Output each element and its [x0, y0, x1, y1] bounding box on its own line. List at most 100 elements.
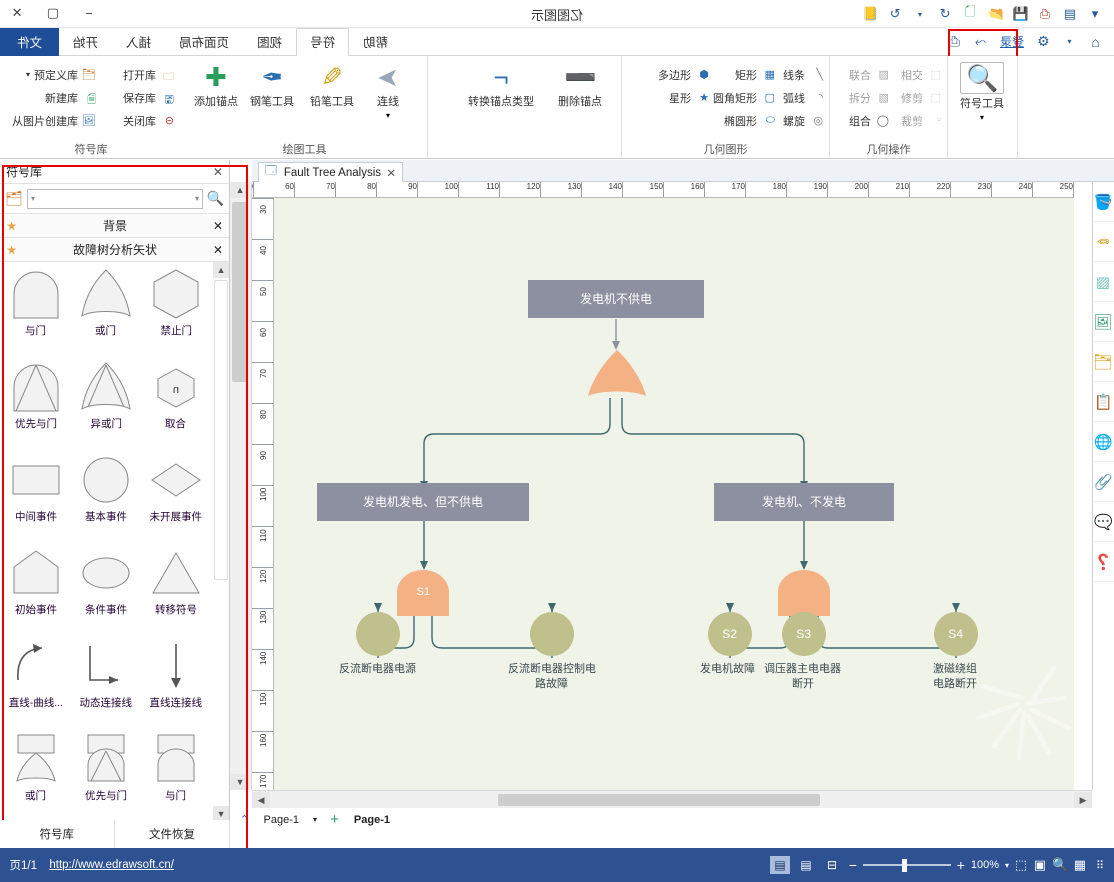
resize-grip-icon[interactable]: ⠿: [1092, 859, 1104, 872]
shape-item[interactable]: 动态连接线: [71, 634, 141, 727]
home-icon[interactable]: ⌂: [1085, 31, 1106, 52]
scroll-up-arrow[interactable]: ▲: [231, 182, 249, 198]
split-view-button[interactable]: ▤: [796, 856, 816, 874]
shape-item[interactable]: 转移符号: [141, 541, 211, 634]
canvas-vertical-scrollbar[interactable]: ▲ ▼: [230, 182, 252, 790]
layers-icon[interactable]: 🗂: [1092, 342, 1114, 382]
shape-item[interactable]: 或门: [1, 727, 71, 820]
close-icon[interactable]: ✕: [387, 166, 397, 180]
document-tab[interactable]: ✕ Fault Tree Analysis 🗔: [258, 162, 404, 182]
tab-insert[interactable]: 插入: [112, 28, 165, 56]
gear-icon[interactable]: ⚙: [1033, 31, 1054, 52]
scroll-right-arrow[interactable]: ▶: [252, 792, 270, 808]
zoom-in-button[interactable]: +: [957, 857, 965, 873]
comment-icon[interactable]: 💬: [1092, 502, 1114, 542]
new-library-button[interactable]: 🗎 新建库: [12, 87, 96, 108]
tab-symbol[interactable]: 符号: [296, 28, 350, 56]
chevron-down-icon[interactable]: ▾: [26, 70, 30, 79]
node-right-box[interactable]: 发电机发电、但不供电: [317, 483, 529, 521]
spiral-button[interactable]: ◎ 螺旋: [783, 110, 823, 131]
shape-item[interactable]: 中间事件: [1, 448, 71, 541]
page-nav-up-icon[interactable]: ⌃: [236, 812, 253, 827]
zoom-dropdown-icon[interactable]: ▾: [1005, 861, 1009, 870]
full-view-button[interactable]: ▤: [770, 856, 791, 874]
login-link[interactable]: 登录: [1000, 33, 1024, 50]
intersect-button[interactable]: ⬚ 相交: [901, 64, 941, 85]
save-library-button[interactable]: 🖫 保存库: [123, 87, 174, 108]
shape-scroll-thumb[interactable]: [214, 280, 228, 580]
status-url[interactable]: http://www.edrawsoft.cn/: [50, 859, 175, 871]
shape-item[interactable]: 与门: [1, 262, 71, 355]
shape-item[interactable]: 优先与门: [71, 727, 141, 820]
shape-item[interactable]: 直线连接线: [141, 634, 211, 727]
image-icon[interactable]: 🖼: [1092, 302, 1114, 342]
section-fault-tree[interactable]: ✕ 故障树分析矢状 ★: [0, 238, 229, 262]
zoom-icon[interactable]: 🔍: [1052, 857, 1068, 873]
delete-anchor-button[interactable]: ➖ 删除锚点: [547, 62, 613, 109]
shape-item[interactable]: 或门: [71, 262, 141, 355]
canvas-horizontal-scrollbar[interactable]: ◀ ▶: [252, 790, 1092, 808]
convert-anchor-button[interactable]: ⌐ 转换锚点类型: [453, 62, 549, 109]
pencil-tool-button[interactable]: ✎ 铅笔工具: [299, 62, 365, 109]
tab-start[interactable]: 开始: [59, 28, 112, 56]
bottom-tab-file-recovery[interactable]: 文件恢复: [115, 820, 230, 848]
zoom-out-button[interactable]: −: [848, 857, 856, 873]
shape-item[interactable]: n 取合: [141, 355, 211, 448]
page-view-button[interactable]: ⊟: [822, 856, 842, 874]
circle-S2[interactable]: S2: [708, 612, 752, 656]
chevron-down-icon[interactable]: ▾: [980, 113, 984, 122]
minimize-button[interactable]: −: [78, 2, 100, 24]
tab-help[interactable]: 帮助: [349, 28, 402, 56]
shape-item[interactable]: 直线-曲线...: [1, 634, 71, 727]
chevron-down-icon[interactable]: ▾: [1059, 31, 1080, 52]
attachment-icon[interactable]: 📎: [1092, 462, 1114, 502]
scroll-left-arrow[interactable]: ◀: [1074, 792, 1092, 808]
add-anchor-button[interactable]: ✚ 添加锚点: [183, 62, 249, 109]
star-button[interactable]: ★ 星形: [658, 87, 709, 108]
scroll-down-arrow[interactable]: ▼: [231, 774, 249, 790]
tab-page-layout[interactable]: 页面布局: [165, 28, 243, 56]
rect-button[interactable]: ▦ 矩形: [713, 64, 775, 85]
page-tab-page-1[interactable]: Page-1: [349, 813, 393, 827]
zoom-slider[interactable]: [862, 858, 951, 872]
export-icon[interactable]: ⎙: [944, 31, 965, 52]
gate-top-or[interactable]: [584, 350, 650, 398]
chevron-down-icon[interactable]: ▾: [386, 111, 390, 120]
select-all-icon[interactable]: ⬚: [1015, 857, 1027, 873]
line-button[interactable]: ╱ 线条: [783, 64, 823, 85]
predefined-library-button[interactable]: 🗂 预定义库 ▾: [12, 64, 96, 85]
split-button[interactable]: ▨ 拆分: [849, 87, 889, 108]
close-button[interactable]: ✕: [6, 2, 28, 24]
pencil-line-icon[interactable]: ✏: [1092, 222, 1114, 262]
shape-item[interactable]: 与门: [141, 727, 211, 820]
crop-button[interactable]: ▫ 裁剪: [901, 110, 941, 131]
gate-right-and[interactable]: S1: [395, 570, 451, 616]
properties-icon[interactable]: 📋: [1092, 382, 1114, 422]
section-background[interactable]: ✕ 背景 ★: [0, 214, 229, 238]
search-icon[interactable]: 🔍: [207, 190, 224, 207]
star-icon[interactable]: ★: [6, 219, 17, 233]
circle-S4[interactable]: S4: [934, 612, 978, 656]
symbol-tool-button[interactable]: 🔎 符号工具 ▾: [949, 62, 1015, 122]
open-library-button[interactable]: 🗀 打开库: [123, 64, 174, 85]
star-icon[interactable]: ★: [6, 243, 17, 257]
fill-color-icon[interactable]: ▧: [1092, 262, 1114, 302]
trim-button[interactable]: ⬚ 修剪: [901, 87, 941, 108]
gate-left-and[interactable]: [776, 570, 832, 616]
shape-item[interactable]: 禁止门: [141, 262, 211, 355]
union-button[interactable]: ▧ 联合: [849, 64, 889, 85]
share-icon[interactable]: ⤳: [970, 31, 991, 52]
maximize-button[interactable]: ▢: [42, 2, 64, 24]
shape-item[interactable]: 基本事件: [71, 448, 141, 541]
hyperlink-icon[interactable]: 🌐: [1092, 422, 1114, 462]
grid-icon[interactable]: ▦: [1074, 857, 1086, 873]
polygon-button[interactable]: ⬢ 多边形: [658, 64, 709, 85]
diagram-canvas[interactable]: 发电机不供电 发电机、不发电 发电机发电、但不供电 S1 S4 激磁绕组 电路断…: [274, 198, 1074, 790]
shape-item[interactable]: 异或门: [71, 355, 141, 448]
scroll-up-arrow[interactable]: ▲: [213, 262, 229, 278]
shape-item[interactable]: 初始事件: [1, 541, 71, 634]
node-top-box[interactable]: 发电机不供电: [528, 280, 704, 318]
fill-bucket-icon[interactable]: 🪣: [1092, 182, 1114, 222]
close-icon[interactable]: ✕: [213, 219, 223, 233]
tab-view[interactable]: 视图: [243, 28, 296, 56]
